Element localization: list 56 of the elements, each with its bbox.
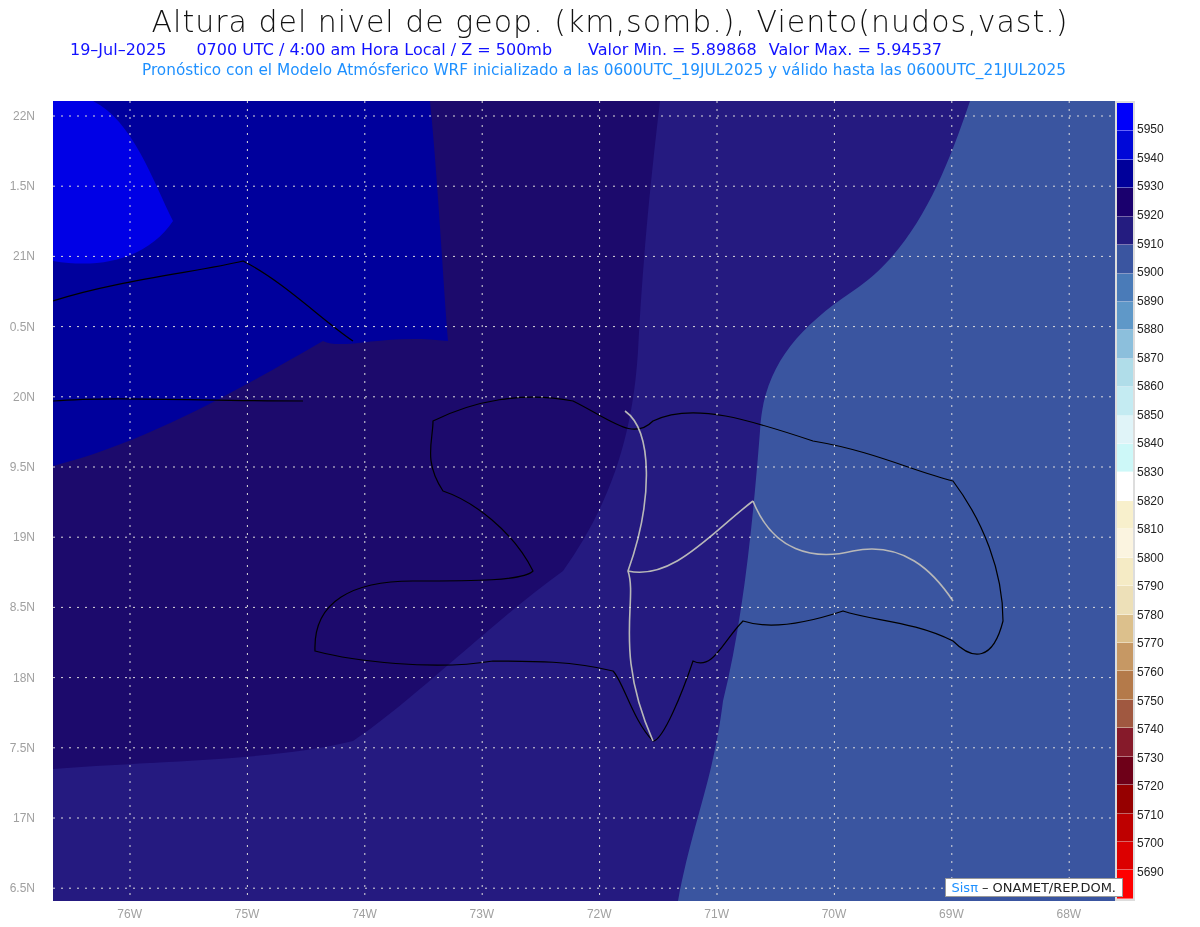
colorbar-label: 5840 xyxy=(1137,436,1164,451)
colorbar-label: 5740 xyxy=(1137,722,1164,737)
longitude-label: 76W xyxy=(117,907,143,923)
colorbar-label: 5860 xyxy=(1137,379,1164,394)
longitude-label: 71W xyxy=(704,907,729,923)
longitude-label: 75W xyxy=(234,907,260,923)
longitude-label: 72W xyxy=(586,907,612,923)
latitude-label: 17N xyxy=(13,810,35,825)
latitude-label: 22N xyxy=(13,109,35,124)
latitude-label: 8.5N xyxy=(9,600,35,615)
longitude-label: 68W xyxy=(1056,907,1082,923)
colorbar-label: 5830 xyxy=(1137,465,1164,480)
colorbar-label: 5890 xyxy=(1137,293,1164,308)
colorbar-label: 5790 xyxy=(1137,579,1164,594)
latitude-label: 0.5N xyxy=(9,319,35,334)
latitude-label: 1.5N xyxy=(9,179,35,194)
min-value-text: Valor Min. = 5.89868 xyxy=(588,40,757,60)
colorbar-label: 5780 xyxy=(1137,607,1164,622)
colorbar-label: 5720 xyxy=(1137,779,1164,794)
longitude-label: 69W xyxy=(939,907,964,923)
colorbar-label: 5910 xyxy=(1137,236,1164,251)
colorbar-label: 5930 xyxy=(1137,179,1164,194)
longitude-label: 74W xyxy=(352,907,377,923)
longitude-label: 70W xyxy=(821,907,847,923)
colorbar-label: 5900 xyxy=(1137,265,1164,280)
latitude-label: 6.5N xyxy=(9,881,35,896)
colorbar-label: 5710 xyxy=(1137,807,1164,822)
colorbar-label: 5870 xyxy=(1137,350,1164,365)
latitude-label: 21N xyxy=(13,249,35,264)
colorbar-label: 5940 xyxy=(1137,150,1164,165)
colorbar-label: 5810 xyxy=(1137,522,1164,537)
brand-text: Sisπ xyxy=(951,880,978,895)
latitude-label: 19N xyxy=(13,530,35,545)
colorbar-label: 5690 xyxy=(1137,864,1164,879)
colorbar-label: 5820 xyxy=(1137,493,1164,508)
max-value-text: Valor Max. = 5.94537 xyxy=(768,40,943,60)
time-level-text: 0700 UTC / 4:00 am Hora Local / Z = 500mb xyxy=(196,40,553,60)
longitude-label: 73W xyxy=(469,907,495,923)
colorbar-label: 5850 xyxy=(1137,407,1164,422)
credit-text: – ONAMET/REP.DOM. xyxy=(981,880,1116,895)
latitude-label: 7.5N xyxy=(9,740,35,755)
colorbar-label: 5880 xyxy=(1137,322,1164,337)
latitude-label: 20N xyxy=(13,389,35,404)
colorbar-label: 5750 xyxy=(1137,693,1164,708)
latitude-label: 18N xyxy=(13,670,35,685)
colorbar-label: 5950 xyxy=(1137,122,1164,137)
colorbar-label: 5760 xyxy=(1137,664,1164,679)
colorbar-label: 5770 xyxy=(1137,636,1164,651)
colorbar-label: 5800 xyxy=(1137,550,1164,565)
date-text: 19–Jul–2025 xyxy=(70,40,167,60)
chart-title: Altura del nivel de geop. (km,somb.), Viento(nudos,vast.) xyxy=(150,4,1069,40)
model-info-text: Pronóstico con el Modelo Atmósferico WRF inicializado a las 0600UTC_19JUL2025 y válido hasta las 0600UTC_21JUL2025 xyxy=(140,60,1067,80)
latitude-label: 9.5N xyxy=(9,460,35,475)
colorbar-label: 5730 xyxy=(1137,750,1164,765)
colorbar-label: 5920 xyxy=(1137,207,1164,222)
colorbar-label: 5700 xyxy=(1137,836,1164,851)
